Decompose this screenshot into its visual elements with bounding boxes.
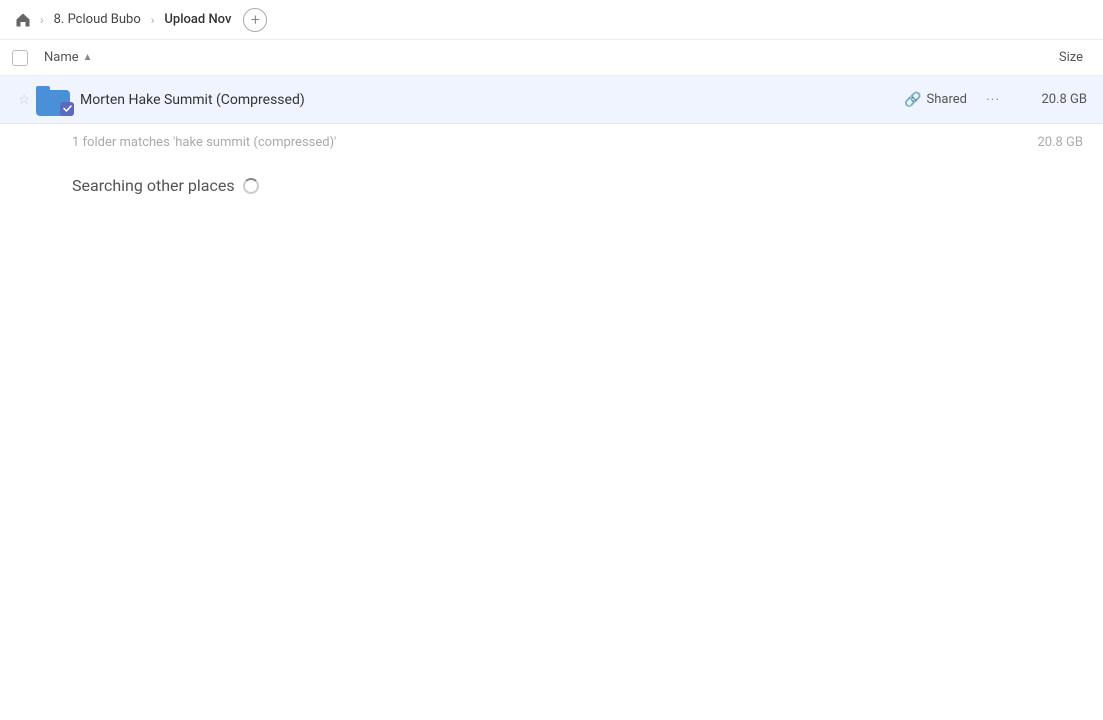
searching-spinner	[243, 178, 259, 194]
star-icon[interactable]: ☆	[12, 92, 36, 108]
shared-status: 🔗 Shared	[904, 92, 967, 108]
column-header-row: Name ▲ Size	[0, 40, 1103, 76]
link-icon: 🔗	[904, 92, 921, 108]
home-icon[interactable]	[12, 9, 34, 31]
more-options-button[interactable]: ···	[979, 86, 1007, 114]
checkbox-all[interactable]	[12, 50, 28, 66]
select-all-checkbox[interactable]	[12, 50, 44, 66]
summary-row: 1 folder matches 'hake summit (compresse…	[0, 124, 1103, 160]
searching-section: Searching other places	[0, 160, 1103, 203]
file-row[interactable]: ☆ Morten Hake Summit (Compressed) 🔗 Shar…	[0, 76, 1103, 124]
breadcrumb-sep-1: ›	[40, 13, 44, 27]
name-column-header[interactable]: Name ▲	[44, 50, 995, 65]
sort-icon: ▲	[83, 52, 93, 63]
searching-label: Searching other places	[72, 176, 235, 195]
summary-size: 20.8 GB	[1037, 135, 1091, 150]
breadcrumb-item-pcloud[interactable]: 8. Pcloud Bubo	[50, 10, 145, 29]
folder-icon	[36, 82, 72, 118]
summary-text: 1 folder matches 'hake summit (compresse…	[12, 135, 1037, 150]
file-size: 20.8 GB	[1015, 92, 1095, 107]
breadcrumb-item-upload[interactable]: Upload Nov	[160, 10, 235, 29]
size-column-header: Size	[995, 50, 1095, 65]
breadcrumb-sep-2: ›	[151, 13, 155, 27]
breadcrumb-bar: › 8. Pcloud Bubo › Upload Nov +	[0, 0, 1103, 40]
file-name: Morten Hake Summit (Compressed)	[80, 92, 904, 108]
shared-label: Shared	[927, 92, 967, 107]
add-breadcrumb-button[interactable]: +	[243, 8, 267, 32]
